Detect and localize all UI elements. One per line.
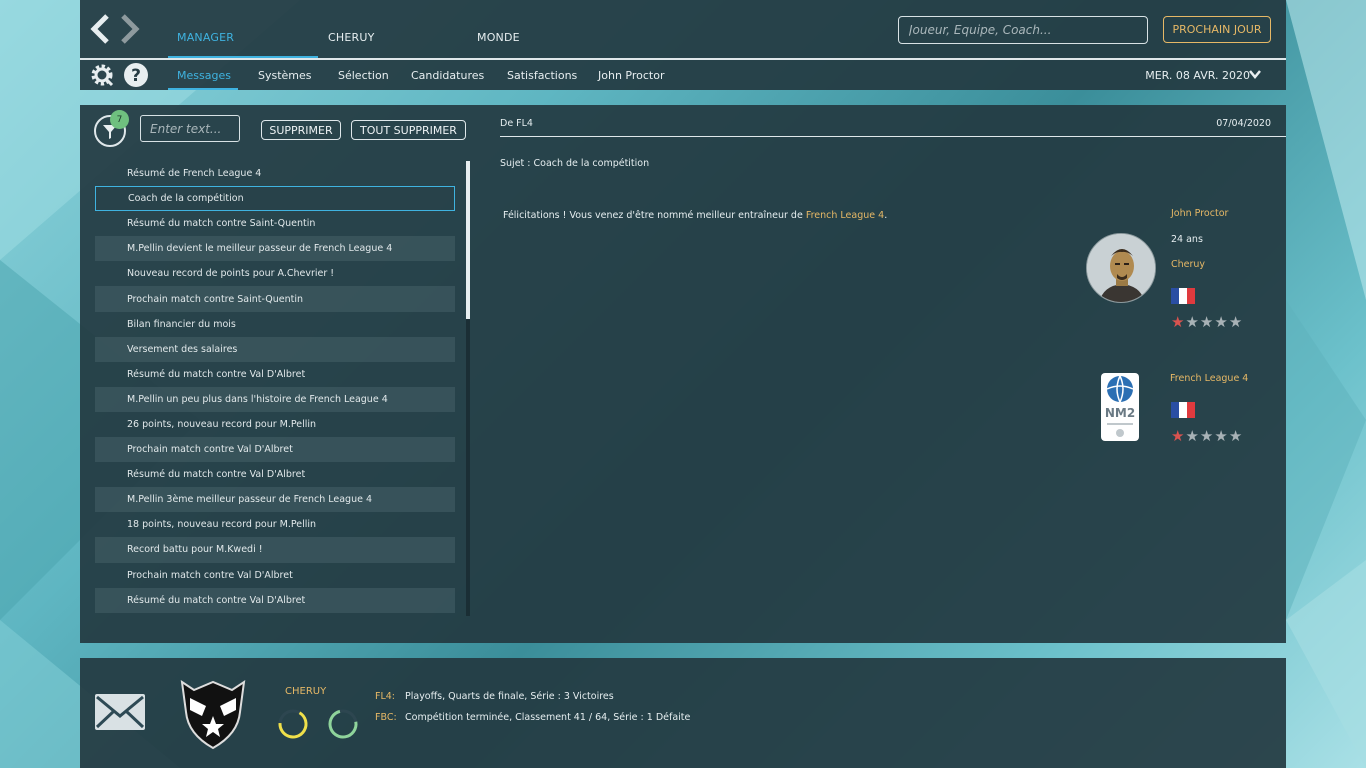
league-name[interactable]: French League 4 — [1170, 373, 1248, 384]
message-list-item[interactable]: Prochain match contre Saint-Quentin — [95, 286, 455, 312]
message-list-item[interactable]: Nouveau record de points pour A.Chevrier… — [95, 261, 455, 286]
subtab-selection[interactable]: Sélection — [338, 69, 389, 82]
coach-name[interactable]: John Proctor — [1171, 208, 1228, 219]
message-list-item[interactable]: Coach de la compétition — [95, 186, 455, 212]
subtab-john-proctor[interactable]: John Proctor — [598, 69, 664, 82]
league-logo[interactable]: NM2 — [1101, 373, 1139, 441]
gear-icon — [91, 64, 114, 87]
message-list-item[interactable]: Résumé du match contre Val D'Albret — [95, 587, 455, 613]
basketball-league-logo-icon: NM2 — [1105, 375, 1135, 437]
subtab-systemes[interactable]: Systèmes — [258, 69, 312, 82]
star-icon: ★ — [1214, 313, 1228, 331]
result-label: FL4: — [375, 691, 396, 702]
tab-manager[interactable]: MANAGER — [177, 31, 234, 44]
star-icon: ★ — [1214, 427, 1228, 445]
result-text: Playoffs, Quarts de finale, Série : 3 Vi… — [405, 691, 614, 702]
message-list-item[interactable]: Prochain match contre Val D'Albret — [95, 563, 455, 588]
star-icon: ★ — [1228, 427, 1243, 445]
star-icon: ★ — [1199, 427, 1214, 445]
chevron-left-icon — [90, 14, 109, 44]
star-icon: ★ — [1171, 313, 1185, 331]
coach-age: 24 ans — [1171, 234, 1203, 245]
message-sender: De FL4 — [500, 118, 533, 129]
result-line: FL4: Playoffs, Quarts de finale, Série : … — [375, 691, 614, 702]
tab-cheruy[interactable]: CHERUY — [328, 31, 375, 44]
coach-avatar[interactable] — [1086, 233, 1156, 303]
messages-panel: 7 SUPPRIMER TOUT SUPPRIMER Résumé de Fre… — [80, 105, 1286, 643]
result-text: Compétition terminée, Classement 41 / 64… — [405, 712, 691, 723]
chevron-right-icon — [121, 14, 140, 44]
message-list-item[interactable]: M.Pellin un peu plus dans l'histoire de … — [95, 386, 455, 412]
star-icon: ★ — [1171, 427, 1185, 445]
current-date[interactable]: MER. 08 AVR. 2020 — [1145, 69, 1250, 82]
league-logo-text: NM2 — [1105, 406, 1135, 420]
message-list-item[interactable]: Résumé de French League 4 — [95, 161, 455, 186]
message-date: 07/04/2020 — [1216, 118, 1271, 129]
help-button[interactable]: ? — [123, 62, 149, 88]
svg-text:?: ? — [131, 66, 141, 86]
club-name: CHERUY — [285, 686, 327, 697]
message-subject: Sujet : Coach de la compétition — [500, 158, 650, 169]
filter-count-badge: 7 — [110, 110, 129, 129]
message-list: Résumé de French League 4 Coach de la com… — [95, 161, 455, 613]
result-line: FBC: Compétition terminée, Classement 41 … — [375, 712, 690, 723]
france-flag-icon — [1171, 288, 1195, 304]
question-mark-icon: ? — [124, 63, 148, 87]
message-list-item[interactable]: Bilan financier du mois — [95, 312, 455, 337]
message-list-item[interactable]: 26 points, nouveau record pour M.Pellin — [95, 412, 455, 437]
message-list-item[interactable]: Record battu pour M.Kwedi ! — [95, 537, 455, 563]
message-list-item[interactable]: Résumé du match contre Saint-Quentin — [95, 211, 455, 236]
active-subtab-indicator — [168, 88, 238, 90]
league-rating: ★ ★ ★ ★ ★ — [1171, 429, 1242, 444]
subtab-candidatures[interactable]: Candidatures — [411, 69, 484, 82]
scrollbar-thumb[interactable] — [466, 161, 470, 319]
progress-ring-icon — [328, 709, 358, 739]
star-icon: ★ — [1228, 313, 1243, 331]
message-list-item[interactable]: Versement des salaires — [95, 336, 455, 362]
message-list-item[interactable]: M.Pellin devient le meilleur passeur de … — [95, 236, 455, 262]
subtab-messages[interactable]: Messages — [177, 69, 231, 82]
search-input[interactable] — [898, 16, 1148, 44]
next-day-button[interactable]: PROCHAIN JOUR — [1163, 16, 1271, 43]
star-icon: ★ — [1185, 427, 1199, 445]
message-body-end: . — [884, 210, 888, 221]
subtab-satisfactions[interactable]: Satisfactions — [507, 69, 577, 82]
result-label: FBC: — [375, 712, 397, 723]
coach-team[interactable]: Cheruy — [1171, 259, 1205, 270]
league-link[interactable]: French League 4 — [806, 210, 884, 221]
message-body: Félicitations ! Vous venez d'être nommé … — [503, 210, 887, 221]
tab-monde[interactable]: MONDE — [477, 31, 520, 44]
message-list-item[interactable]: 18 points, nouveau record pour M.Pellin — [95, 512, 455, 537]
settings-button[interactable] — [89, 62, 115, 88]
progress-ring-icon — [278, 709, 308, 739]
top-navigation-bar: MANAGER CHERUY MONDE PROCHAIN JOUR — [80, 0, 1286, 60]
forward-button[interactable] — [116, 12, 142, 46]
coach-rating: ★ ★ ★ ★ ★ — [1171, 315, 1242, 330]
club-crest-icon[interactable] — [176, 672, 250, 750]
delete-button[interactable]: SUPPRIMER — [261, 120, 341, 140]
divider — [500, 136, 1286, 137]
chevron-down-icon[interactable] — [1249, 68, 1261, 80]
message-list-item[interactable]: Résumé du match contre Val D'Albret — [95, 462, 455, 487]
status-panel: CHERUY FL4: Playoffs, Quarts de finale, S… — [80, 658, 1286, 768]
france-flag-icon — [1171, 402, 1195, 418]
delete-all-button[interactable]: TOUT SUPPRIMER — [351, 120, 466, 140]
message-filter-input[interactable] — [140, 115, 240, 142]
back-button[interactable] — [88, 12, 114, 46]
message-list-item[interactable]: M.Pellin 3ème meilleur passeur de French… — [95, 487, 455, 513]
coach-portrait-icon — [1087, 234, 1155, 302]
sub-navigation-bar: ? Messages Systèmes Sélection Candidatur… — [80, 60, 1286, 90]
message-body-text: Félicitations ! Vous venez d'être nommé … — [503, 210, 806, 221]
star-icon: ★ — [1199, 313, 1214, 331]
mail-button[interactable] — [95, 694, 145, 730]
message-list-item[interactable]: Résumé du match contre Val D'Albret — [95, 362, 455, 387]
message-list-item[interactable]: Prochain match contre Val D'Albret — [95, 437, 455, 463]
star-icon: ★ — [1185, 313, 1199, 331]
mail-icon — [95, 695, 145, 729]
